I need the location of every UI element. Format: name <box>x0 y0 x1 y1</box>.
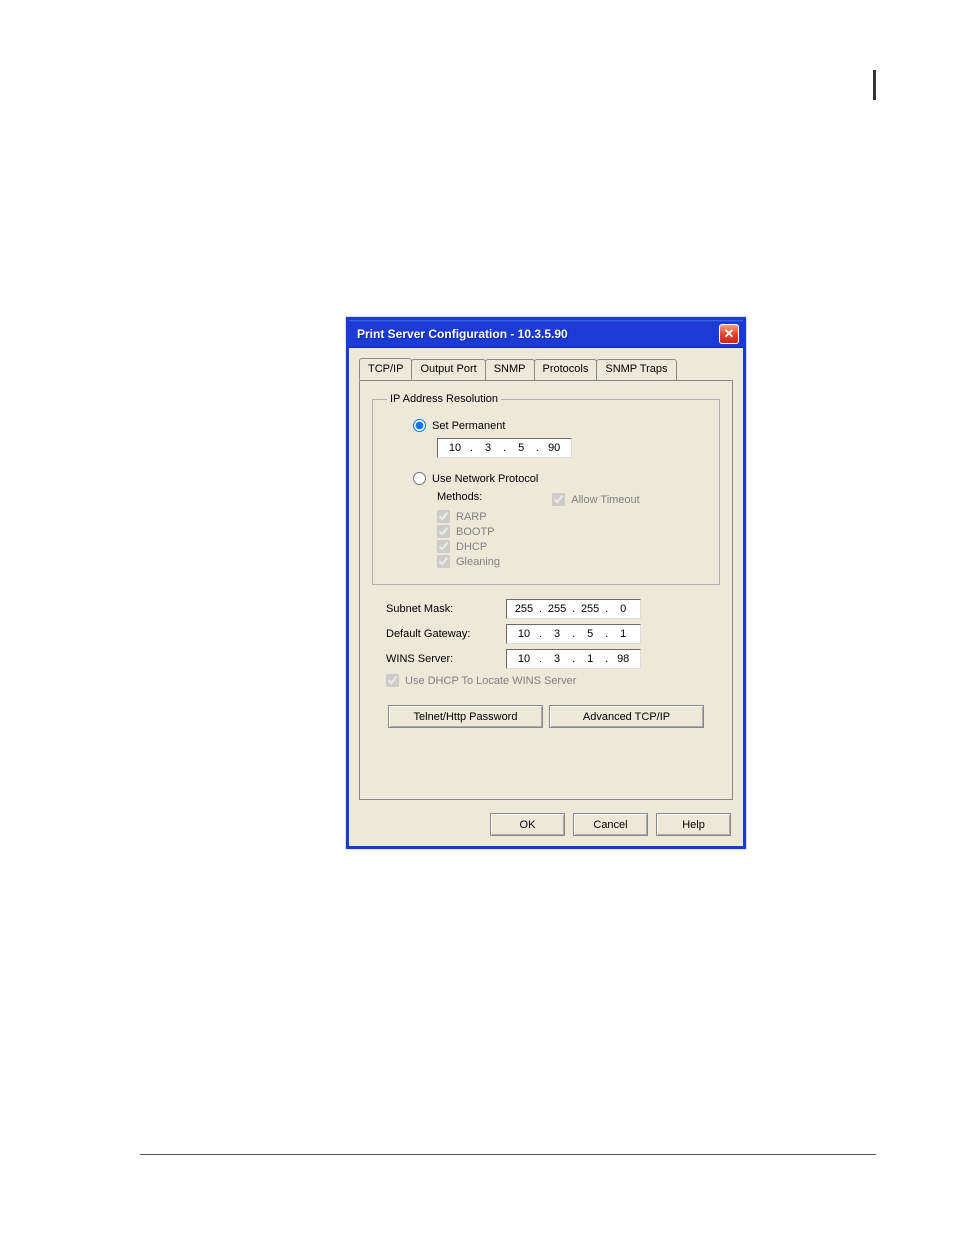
tab-body: IP Address Resolution Set Permanent 10. … <box>359 380 733 800</box>
tab-output-port[interactable]: Output Port <box>411 359 485 381</box>
client-area: TCP/IP Output Port SNMP Protocols SNMP T… <box>349 348 743 846</box>
bootp-checkbox <box>437 525 450 538</box>
allow-timeout-row: Allow Timeout <box>552 493 639 506</box>
gateway-row: Default Gateway: 10. 3. 5. 1 <box>386 624 706 644</box>
print-server-config-dialog: Print Server Configuration - 10.3.5.90 ✕… <box>346 317 746 849</box>
permanent-ip-input[interactable]: 10. 3. 5. 90 <box>437 438 572 458</box>
dhcp-checkbox <box>437 540 450 553</box>
method-bootp: BOOTP <box>437 525 705 538</box>
wins-input[interactable]: 10. 3. 1. 98 <box>506 649 641 669</box>
advanced-tcpip-button[interactable]: Advanced TCP/IP <box>549 705 704 728</box>
wins-row: WINS Server: 10. 3. 1. 98 <box>386 649 706 669</box>
permanent-ip-container: 10. 3. 5. 90 <box>437 438 705 458</box>
dhcp-wins-checkbox <box>386 674 399 687</box>
window-title: Print Server Configuration - 10.3.5.90 <box>357 327 719 341</box>
wins-label: WINS Server: <box>386 653 506 665</box>
gateway-label: Default Gateway: <box>386 628 506 640</box>
set-permanent-radio[interactable] <box>413 419 426 432</box>
use-network-label: Use Network Protocol <box>432 473 538 485</box>
tab-strip: TCP/IP Output Port SNMP Protocols SNMP T… <box>359 359 733 381</box>
titlebar[interactable]: Print Server Configuration - 10.3.5.90 ✕ <box>349 320 743 348</box>
tab-snmp[interactable]: SNMP <box>485 359 535 381</box>
set-permanent-label: Set Permanent <box>432 420 505 432</box>
telnet-password-button[interactable]: Telnet/Http Password <box>388 705 543 728</box>
tab-protocols[interactable]: Protocols <box>534 359 598 381</box>
advanced-buttons: Telnet/Http Password Advanced TCP/IP <box>372 705 720 728</box>
footer-rule <box>140 1154 876 1155</box>
method-dhcp: DHCP <box>437 540 705 553</box>
methods-label: Methods: <box>437 491 482 503</box>
subnet-label: Subnet Mask: <box>386 603 506 615</box>
dhcp-wins-label: Use DHCP To Locate WINS Server <box>405 675 576 687</box>
dialog-buttons: OK Cancel Help <box>490 813 731 836</box>
method-rarp: RARP <box>437 510 705 523</box>
gateway-input[interactable]: 10. 3. 5. 1 <box>506 624 641 644</box>
use-network-row[interactable]: Use Network Protocol <box>413 472 705 485</box>
tab-snmp-traps[interactable]: SNMP Traps <box>596 359 676 381</box>
close-button[interactable]: ✕ <box>719 324 739 344</box>
allow-timeout-label: Allow Timeout <box>571 494 639 506</box>
network-fields: Subnet Mask: 255. 255. 255. 0 Default Ga… <box>372 599 720 687</box>
rarp-checkbox <box>437 510 450 523</box>
help-button[interactable]: Help <box>656 813 731 836</box>
set-permanent-row[interactable]: Set Permanent <box>413 419 705 432</box>
use-network-radio[interactable] <box>413 472 426 485</box>
ip-resolution-group: IP Address Resolution Set Permanent 10. … <box>372 393 720 585</box>
dhcp-wins-row: Use DHCP To Locate WINS Server <box>386 674 706 687</box>
tab-tcp-ip[interactable]: TCP/IP <box>359 358 412 380</box>
ok-button[interactable]: OK <box>490 813 565 836</box>
close-icon: ✕ <box>724 326 735 341</box>
allow-timeout-checkbox <box>552 493 565 506</box>
groupbox-legend: IP Address Resolution <box>387 393 501 405</box>
subnet-input[interactable]: 255. 255. 255. 0 <box>506 599 641 619</box>
gleaning-checkbox <box>437 555 450 568</box>
cancel-button[interactable]: Cancel <box>573 813 648 836</box>
methods-column: Methods: Allow Timeout RARP BOOTP <box>437 491 705 568</box>
subnet-row: Subnet Mask: 255. 255. 255. 0 <box>386 599 706 619</box>
method-gleaning: Gleaning <box>437 555 705 568</box>
page-marker <box>873 70 876 100</box>
